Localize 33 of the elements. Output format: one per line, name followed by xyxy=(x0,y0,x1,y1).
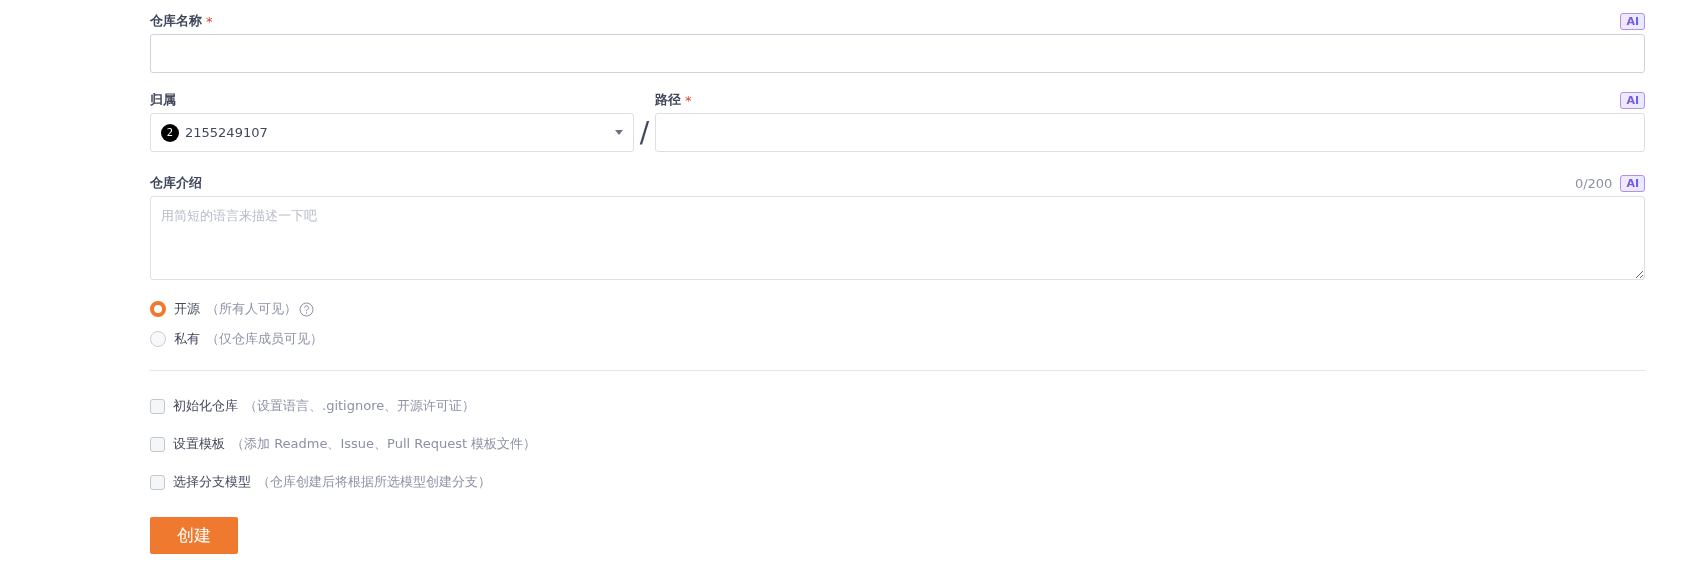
character-counter: 0/200 xyxy=(1574,175,1613,191)
radio-hint: （仅仓库成员可见） xyxy=(206,330,323,348)
radio-label: 私有 xyxy=(174,330,200,348)
checkbox[interactable] xyxy=(150,436,165,452)
checkbox-label: 设置模板 xyxy=(173,435,225,453)
field-label: 路径 xyxy=(655,91,681,109)
field-label: 归属 xyxy=(150,91,176,109)
radio-button[interactable] xyxy=(150,301,166,317)
ai-button[interactable]: AI xyxy=(1620,91,1645,109)
radio-hint: （所有人可见） xyxy=(206,300,297,318)
checkbox[interactable] xyxy=(150,474,165,490)
radio-label: 开源 xyxy=(174,300,200,318)
required-mark: * xyxy=(206,13,213,29)
checkbox-hint: （仓库创建后将根据所选模型创建分支） xyxy=(257,473,491,491)
checkbox-label: 初始化仓库 xyxy=(173,397,238,415)
avatar-icon: 2 xyxy=(161,123,179,142)
checkbox-hint: （添加 Readme、Issue、Pull Request 模板文件） xyxy=(231,435,537,453)
ai-button[interactable]: AI xyxy=(1620,174,1645,192)
help-icon[interactable] xyxy=(299,301,314,317)
path-input-field[interactable] xyxy=(655,113,1645,152)
create-button[interactable]: 创建 xyxy=(150,517,238,554)
required-mark: * xyxy=(685,92,692,108)
checkbox-hint: （设置语言、.gitignore、开源许可证） xyxy=(244,397,476,415)
field-label: 仓库介绍 xyxy=(150,174,202,192)
owner-select[interactable]: 2 2155249107 xyxy=(150,113,634,152)
field-label: 仓库名称 xyxy=(150,12,202,30)
caret-icon xyxy=(615,130,623,135)
checkbox-label: 选择分支模型 xyxy=(173,473,251,491)
path-separator: / xyxy=(638,115,651,151)
checkbox[interactable] xyxy=(150,398,165,414)
name-input-field[interactable] xyxy=(150,34,1645,73)
ai-button[interactable]: AI xyxy=(1620,12,1645,30)
radio-button[interactable] xyxy=(150,331,166,347)
